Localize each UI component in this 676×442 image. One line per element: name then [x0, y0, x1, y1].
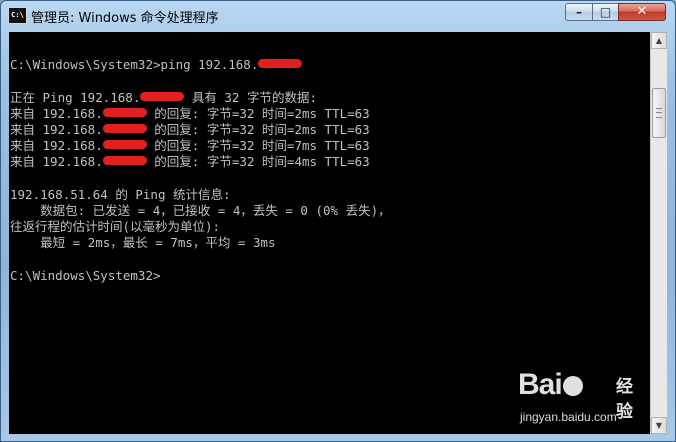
scroll-up-button[interactable]: ▲: [651, 32, 667, 49]
reply-line: 来自 192.168.█ 的回复: 字节=32 时间=4ms TTL=63: [10, 154, 391, 170]
ping-intro-suffix: 具有 32 字节的数据:: [184, 89, 318, 105]
redacted-ip: █: [102, 123, 147, 133]
cmd-window: C:\ 管理员: Windows 命令处理程序 – □ ✕ C:\Windows…: [0, 0, 676, 442]
close-icon: ✕: [636, 4, 648, 19]
ping-intro-prefix: 正在 Ping 192.168.: [10, 89, 141, 105]
minimize-icon: –: [576, 5, 582, 19]
reply-line: 来自 192.168.█ 的回复: 字节=32 时间=2ms TTL=63: [10, 106, 391, 122]
reply-text: 的回复: 字节=32 时间=4ms TTL=63: [154, 154, 370, 170]
maximize-button[interactable]: □: [592, 3, 619, 21]
rtt-header: 往返行程的估计时间(以毫秒为单位):: [10, 219, 221, 235]
scroll-thumb[interactable]: [652, 88, 666, 138]
maximize-icon: □: [599, 5, 612, 19]
reply-text: 的回复: 字节=32 时间=2ms TTL=63: [154, 121, 370, 137]
reply-prefix: 来自 192.168.: [10, 138, 103, 154]
stats-header: 192.168.51.64 的 Ping 统计信息:: [10, 186, 231, 202]
rtt-line: 最短 = 2ms，最长 = 7ms，平均 = 3ms: [10, 235, 276, 251]
vertical-scrollbar[interactable]: ▲ ▼: [650, 32, 667, 434]
redacted-ip: █: [140, 91, 185, 101]
packets-line: 数据包: 已发送 = 4，已接收 = 4，丢失 = 0 (0% 丢失)，: [10, 202, 391, 218]
grip-icon: [656, 108, 662, 118]
reply-prefix: 来自 192.168.: [10, 105, 103, 121]
command-line: C:\Windows\System32>ping 192.168.█: [10, 57, 391, 73]
console-output[interactable]: C:\Windows\System32>ping 192.168.█ 正在 Pin…: [9, 32, 650, 434]
title-bar[interactable]: C:\ 管理员: Windows 命令处理程序 – □ ✕: [1, 1, 675, 31]
window-title: 管理员: Windows 命令处理程序: [31, 11, 219, 26]
scroll-down-button[interactable]: ▼: [651, 417, 667, 434]
prompt: C:\Windows\System32>: [10, 57, 161, 73]
reply-text: 的回复: 字节=32 时间=7ms TTL=63: [154, 138, 370, 154]
redacted-ip: █: [102, 156, 147, 166]
minimize-button[interactable]: –: [565, 3, 593, 21]
reply-text: 的回复: 字节=32 时间=2ms TTL=63: [154, 105, 370, 121]
reply-line: 来自 192.168.█ 的回复: 字节=32 时间=2ms TTL=63: [10, 122, 391, 138]
redacted-ip: █: [102, 140, 147, 150]
close-button[interactable]: ✕: [618, 3, 666, 21]
reply-prefix: 来自 192.168.: [10, 121, 103, 137]
reply-prefix: 来自 192.168.: [10, 154, 103, 170]
cmd-app-icon[interactable]: C:\: [8, 7, 27, 24]
prompt-line: C:\Windows\System32>: [10, 267, 161, 283]
redacted-ip: █: [258, 59, 303, 69]
reply-line: 来自 192.168.█ 的回复: 字节=32 时间=7ms TTL=63: [10, 138, 391, 154]
ping-intro-line: 正在 Ping 192.168.█ 具有 32 字节的数据:: [10, 90, 391, 106]
ping-command: ping 192.168.: [160, 57, 259, 73]
redacted-ip: █: [102, 107, 147, 117]
